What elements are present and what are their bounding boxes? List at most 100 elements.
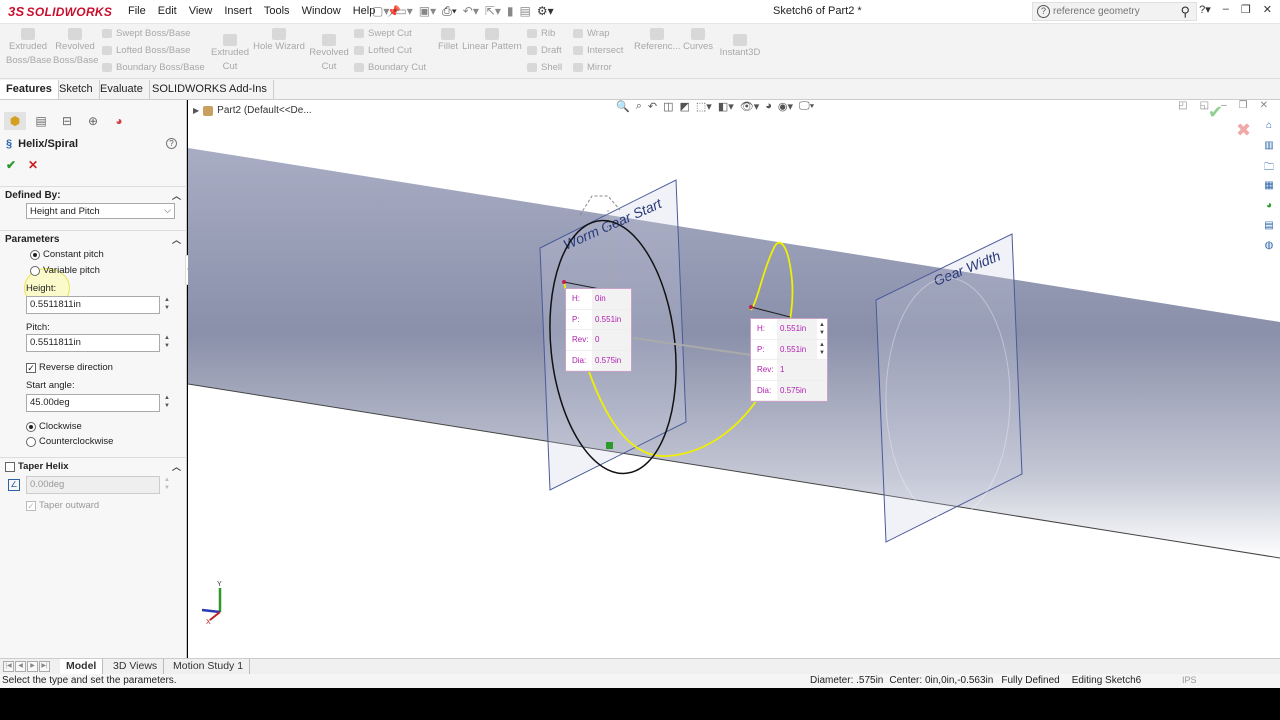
options-gear-icon[interactable]: ⚙▾ bbox=[537, 4, 554, 19]
tab-3d-views[interactable]: 3D Views bbox=[107, 659, 165, 674]
tab-evaluate[interactable]: Evaluate bbox=[94, 80, 150, 99]
start-angle-input[interactable]: 45.00deg bbox=[26, 394, 160, 412]
extruded-boss-button[interactable]: Extruded Boss/Base bbox=[6, 26, 51, 68]
expand-arrow-icon[interactable]: ▶ bbox=[193, 106, 199, 115]
zoom-to-area-icon[interactable]: ⌕ bbox=[636, 100, 642, 113]
circle-center-handle[interactable] bbox=[606, 442, 613, 449]
taper-angle-spinner[interactable]: ▲ ▼ bbox=[162, 476, 172, 494]
property-manager-tab-icon[interactable]: ▤ bbox=[30, 112, 52, 130]
pitch-input[interactable]: 0.5511811in bbox=[26, 334, 160, 352]
menu-window[interactable]: Window bbox=[296, 5, 347, 18]
callout-spinner[interactable]: ▲ ▼ bbox=[817, 321, 827, 337]
display-manager-tab-icon[interactable]: ◕ bbox=[108, 112, 130, 130]
callout-spinner[interactable]: ▲ ▼ bbox=[817, 341, 827, 357]
viewport-restore-icon[interactable]: ❐ bbox=[1239, 100, 1248, 111]
collapse-chevron-icon[interactable]: ︿ bbox=[172, 189, 181, 202]
minimize-icon[interactable]: – bbox=[1223, 3, 1229, 16]
menu-insert[interactable]: Insert bbox=[218, 5, 258, 18]
tab-model[interactable]: Model bbox=[60, 659, 104, 674]
confirmation-cancel-icon[interactable]: ✖ bbox=[1236, 120, 1251, 141]
viewport-close-icon[interactable]: ✕ bbox=[1260, 100, 1268, 111]
reverse-direction-checkbox[interactable]: ✓ Reverse direction bbox=[26, 362, 113, 373]
feature-manager-tab-icon[interactable]: ⬢ bbox=[4, 112, 26, 130]
solidworks-logo[interactable]: 3S SOLIDWORKS bbox=[8, 4, 112, 19]
design-library-icon[interactable]: ▥ bbox=[1262, 140, 1276, 154]
graphics-area[interactable]: Worm Gear Start Gear Width ▶ Part2 (Defa… bbox=[188, 100, 1280, 658]
reference-geometry-button[interactable]: Referenc... bbox=[634, 26, 680, 54]
intersect-button[interactable]: Intersect bbox=[573, 45, 623, 56]
defined-by-group-header[interactable]: Defined By: ︿ bbox=[0, 186, 187, 204]
last-tab-icon[interactable]: ▶| bbox=[39, 661, 50, 672]
ok-check-icon[interactable]: ✔ bbox=[6, 158, 16, 172]
confirmation-ok-icon[interactable]: ✔ bbox=[1208, 102, 1223, 123]
view-settings-icon[interactable]: 🖵▾ bbox=[799, 100, 814, 113]
hide-show-items-icon[interactable]: 👁▾ bbox=[740, 100, 760, 113]
tab-solidworks-add-ins[interactable]: SOLIDWORKS Add-Ins bbox=[146, 80, 274, 99]
prev-tab-icon[interactable]: ◀ bbox=[15, 661, 26, 672]
taper-helix-group-header[interactable]: Taper Helix ︿ bbox=[0, 457, 187, 475]
restore-icon[interactable]: ❐ bbox=[1241, 3, 1251, 16]
pitch-spinner[interactable]: ▲ ▼ bbox=[162, 334, 172, 352]
clockwise-radio[interactable]: Clockwise bbox=[26, 421, 82, 432]
file-explorer-icon[interactable]: 🗀 bbox=[1262, 160, 1276, 174]
next-tab-icon[interactable]: ▶ bbox=[27, 661, 38, 672]
print-icon[interactable]: ⎙▾ bbox=[442, 4, 457, 19]
view-palette-icon[interactable]: ▦ bbox=[1262, 180, 1276, 194]
taper-angle-input[interactable]: 0.00deg bbox=[26, 476, 160, 494]
wrap-button[interactable]: Wrap bbox=[573, 28, 610, 39]
tab-motion-study-1[interactable]: Motion Study 1 bbox=[167, 659, 251, 674]
menu-file[interactable]: File bbox=[122, 5, 152, 18]
apply-scene-icon[interactable]: ◉▾ bbox=[778, 100, 793, 113]
lofted-boss-button[interactable]: Lofted Boss/Base bbox=[102, 45, 190, 56]
appearances-icon[interactable]: ◕ bbox=[1262, 200, 1276, 214]
variable-pitch-radio[interactable]: Variable pitch bbox=[30, 265, 100, 276]
instant3d-button[interactable]: Instant3D bbox=[718, 32, 762, 60]
rib-button[interactable]: Rib bbox=[527, 28, 555, 39]
menu-tools[interactable]: Tools bbox=[258, 5, 296, 18]
shell-button[interactable]: Shell bbox=[527, 62, 562, 73]
close-icon[interactable]: ✕ bbox=[1263, 3, 1272, 16]
help-icon[interactable]: ?▾ bbox=[1199, 3, 1211, 16]
mirror-button[interactable]: Mirror bbox=[573, 62, 612, 73]
constant-pitch-radio[interactable]: Constant pitch bbox=[30, 249, 104, 260]
boundary-boss-button[interactable]: Boundary Boss/Base bbox=[102, 62, 205, 73]
cancel-x-icon[interactable]: ✕ bbox=[28, 158, 38, 172]
tab-features[interactable]: Features bbox=[0, 80, 59, 99]
collapse-chevron-icon[interactable]: ︿ bbox=[172, 233, 181, 246]
helix-end-point[interactable] bbox=[749, 305, 753, 309]
defined-by-select[interactable]: Height and Pitch ⌵ bbox=[26, 203, 175, 219]
previous-view-icon[interactable]: ↶ bbox=[648, 100, 657, 113]
taper-outward-checkbox[interactable]: ✓ Taper outward bbox=[26, 500, 99, 511]
zoom-to-fit-icon[interactable]: 🔍 bbox=[616, 100, 630, 113]
edit-appearance-icon[interactable]: ◕ bbox=[765, 100, 772, 113]
menu-view[interactable]: View bbox=[183, 5, 219, 18]
configuration-manager-tab-icon[interactable]: ⊟ bbox=[56, 112, 78, 130]
search-icon[interactable]: ⚲ bbox=[1180, 4, 1190, 20]
dynamic-annotation-icon[interactable]: ◩ bbox=[680, 100, 690, 113]
extruded-cut-button[interactable]: Extruded Cut bbox=[208, 32, 252, 74]
height-input[interactable]: 0.5511811in bbox=[26, 296, 160, 314]
draft-button[interactable]: Draft bbox=[527, 45, 562, 56]
curves-button[interactable]: Curves bbox=[682, 26, 714, 54]
search-box[interactable]: ? ⚲ bbox=[1032, 2, 1197, 21]
display-style-icon[interactable]: ◧▾ bbox=[718, 100, 734, 113]
swept-boss-button[interactable]: Swept Boss/Base bbox=[102, 28, 190, 39]
fillet-button[interactable]: Fillet bbox=[434, 26, 462, 54]
feature-tree-flyout[interactable]: ▶ Part2 (Default<<De... bbox=[193, 105, 312, 116]
solidworks-forum-icon[interactable]: ◍ bbox=[1262, 240, 1276, 254]
revolved-boss-button[interactable]: Revolved Boss/Base bbox=[53, 26, 98, 68]
model-canvas[interactable]: Worm Gear Start Gear Width bbox=[188, 100, 1280, 658]
file-properties-icon[interactable]: ▤ bbox=[520, 4, 531, 19]
search-input[interactable] bbox=[1053, 4, 1173, 19]
start-angle-spinner[interactable]: ▲ ▼ bbox=[162, 394, 172, 412]
hole-wizard-button[interactable]: Hole Wizard bbox=[253, 26, 305, 54]
new-file-icon[interactable]: ▢▾ bbox=[372, 4, 389, 19]
boundary-cut-button[interactable]: Boundary Cut bbox=[354, 62, 426, 73]
collapse-chevron-icon[interactable]: ︿ bbox=[172, 460, 181, 473]
open-file-icon[interactable]: ▭▾ bbox=[395, 4, 412, 19]
rebuild-icon[interactable]: ▮ bbox=[507, 4, 514, 19]
tab-sketch[interactable]: Sketch bbox=[53, 80, 100, 99]
taper-helix-checkbox[interactable]: Taper Helix bbox=[5, 461, 69, 472]
undo-icon[interactable]: ↶▾ bbox=[463, 4, 479, 19]
solidworks-resources-icon[interactable]: ⌂ bbox=[1262, 120, 1276, 134]
